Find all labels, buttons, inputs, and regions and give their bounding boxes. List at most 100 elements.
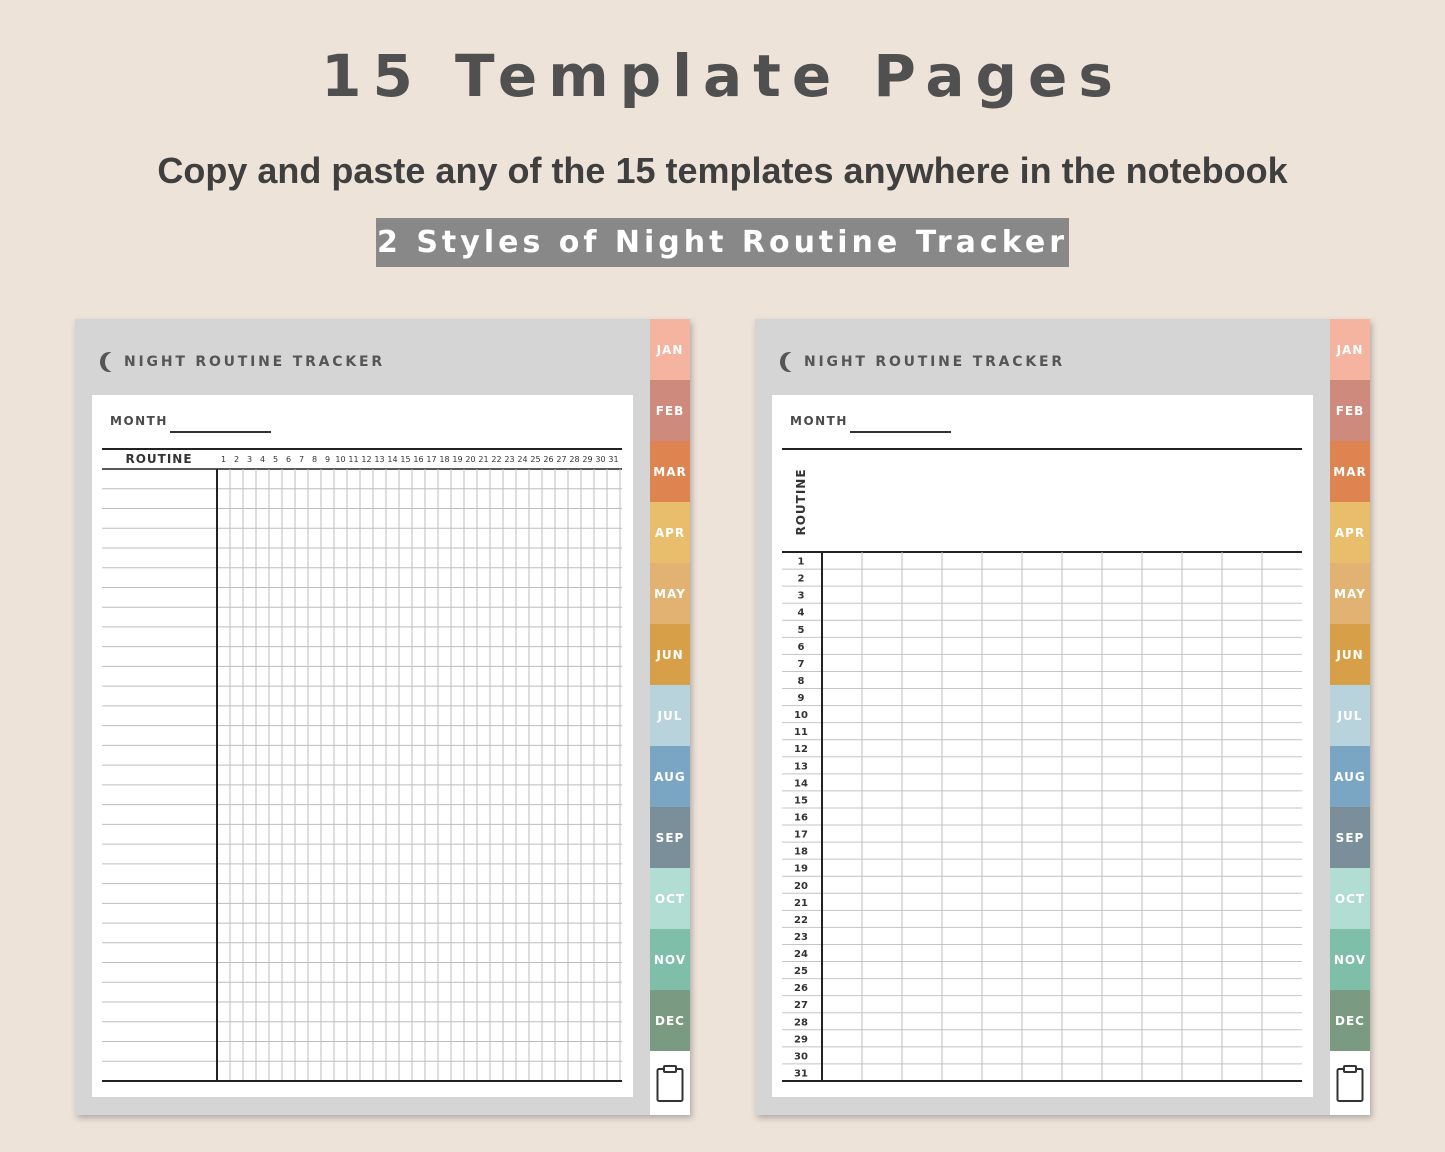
day-number: 6 [798,642,805,653]
tab-sep[interactable]: SEP [650,807,690,868]
day-number: 29 [582,455,592,464]
tab-mar[interactable]: MAR [650,441,690,502]
tab-apr[interactable]: APR [1330,502,1370,563]
tab-oct[interactable]: OCT [650,868,690,929]
page-heading: 15 Template Pages [321,42,1124,110]
tab-jan[interactable]: JAN [650,319,690,380]
routine-row-header: ROUTINE [794,468,808,535]
day-number: 22 [794,915,808,926]
tab-nov[interactable]: NOV [1330,929,1370,990]
day-number: 20 [794,881,808,892]
day-number: 25 [530,455,540,464]
day-number: 17 [426,455,436,464]
day-number: 12 [794,744,808,755]
day-number: 21 [794,898,808,909]
day-number: 11 [794,727,808,738]
day-number: 2 [798,574,805,585]
tab-jul[interactable]: JUL [1330,685,1370,746]
day-number: 3 [798,591,805,602]
day-number: 13 [374,455,384,464]
tab-sep[interactable]: SEP [1330,807,1370,868]
tab-jul[interactable]: JUL [650,685,690,746]
day-number: 8 [798,676,805,687]
tab-may[interactable]: MAY [650,563,690,624]
day-number: 1 [221,455,226,464]
page-subheading: Copy and paste any of the 15 templates a… [157,150,1288,191]
day-number: 31 [608,455,618,464]
tab-may[interactable]: MAY [1330,563,1370,624]
tab-jun[interactable]: JUN [1330,624,1370,685]
day-number: 15 [400,455,410,464]
day-number: 23 [794,932,808,943]
tab-nov[interactable]: NOV [650,929,690,990]
day-number: 24 [794,949,808,960]
crescent-moon-icon [100,352,118,372]
day-number: 2 [234,455,239,464]
tab-aug[interactable]: AUG [650,746,690,807]
tab-jun[interactable]: JUN [650,624,690,685]
day-number: 24 [517,455,527,464]
day-number: 18 [439,455,449,464]
day-number: 19 [794,864,808,875]
tab-mar[interactable]: MAR [1330,441,1370,502]
day-number: 8 [312,455,317,464]
day-number: 10 [335,455,345,464]
day-number: 21 [478,455,488,464]
day-number: 1 [798,557,805,568]
day-number: 12 [361,455,371,464]
routine-grid[interactable]: ROUTINE123456789101112131415161718192021… [772,395,1313,1097]
day-number: 9 [798,693,805,704]
tracker-page-style-1: NIGHT ROUTINE TRACKER MONTH ROUTINE 1 2 3 4 5… [75,319,690,1115]
tab-dec[interactable]: DEC [1330,990,1370,1051]
tab-feb[interactable]: FEB [1330,380,1370,441]
day-number: 11 [348,455,358,464]
day-number: 26 [543,455,553,464]
day-number: 25 [794,966,808,977]
month-tabs: JAN FEB MAR APR MAY JUN JUL AUG SEP OCT NOV DEC [650,319,690,1115]
day-number: 13 [794,761,808,772]
day-number: 17 [794,830,808,841]
tracker-title: NIGHT ROUTINE TRACKER [124,354,385,370]
day-number: 20 [465,455,475,464]
tracker-sheet: MONTH ROUTINE 1 2 3 4 5 6 7 8 9 10 11 12 13 14 15 16 17 18… [772,395,1313,1097]
day-number: 15 [794,795,808,806]
day-number: 18 [794,847,808,858]
tracker-page-style-2: NIGHT ROUTINE TRACKER MONTH ROUTINE 1 2 3 4 5… [755,319,1370,1115]
day-number: 16 [794,813,808,824]
day-number: 23 [504,455,514,464]
day-number: 28 [569,455,579,464]
day-number: 5 [273,455,278,464]
day-number: 30 [595,455,605,464]
day-number: 31 [794,1068,808,1079]
routine-grid[interactable]: ROUTINE123456789101112131415161718192021… [92,395,633,1097]
tab-apr[interactable]: APR [650,502,690,563]
day-number: 29 [794,1034,808,1045]
day-number: 10 [794,710,808,721]
day-number: 28 [794,1017,808,1028]
month-tabs: JAN FEB MAR APR MAY JUN JUL AUG SEP OCT NOV DEC [1330,319,1370,1115]
routine-column-header: ROUTINE [125,452,192,466]
day-number: 9 [325,455,330,464]
tab-feb[interactable]: FEB [650,380,690,441]
clipboard-icon[interactable] [656,1065,684,1103]
day-number: 3 [247,455,252,464]
styles-banner: 2 Styles of Night Routine Tracker [376,218,1069,267]
tab-aug[interactable]: AUG [1330,746,1370,807]
tab-oct[interactable]: OCT [1330,868,1370,929]
day-number: 4 [798,608,805,619]
day-number: 22 [491,455,501,464]
day-number: 27 [794,1000,808,1011]
day-number: 16 [413,455,423,464]
day-number: 6 [286,455,291,464]
day-number: 14 [387,455,397,464]
day-number: 14 [794,778,808,789]
tracker-header: NIGHT ROUTINE TRACKER [100,350,385,374]
tab-jan[interactable]: JAN [1330,319,1370,380]
clipboard-icon[interactable] [1336,1065,1364,1103]
day-number: 5 [798,625,805,636]
tracker-sheet: MONTH ROUTINE 1 2 3 4 5 6 7 8 9 10 11 12 13 14 15 16 17 18… [92,395,633,1097]
day-number: 30 [794,1051,808,1062]
tracker-header: NIGHT ROUTINE TRACKER [780,350,1065,374]
tab-dec[interactable]: DEC [650,990,690,1051]
day-number: 4 [260,455,265,464]
